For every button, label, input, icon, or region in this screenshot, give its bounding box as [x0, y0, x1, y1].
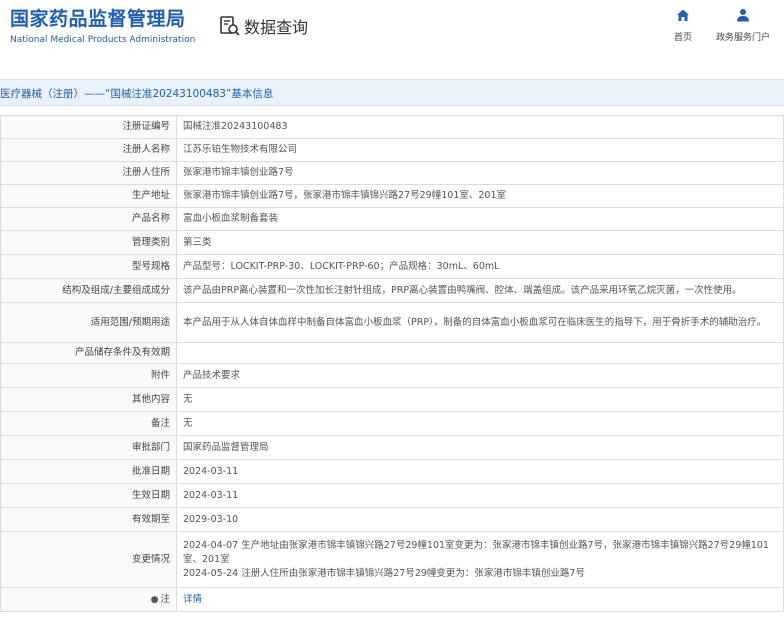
field-value: 张家港市锦丰镇创业路7号，张家港市锦丰镇锦兴路27号29幢101室、201室 [176, 184, 784, 208]
nav-home[interactable]: 首页 [674, 8, 692, 43]
field-value: 江苏乐铂生物技术有限公司 [176, 138, 784, 162]
field-value: 该产品由PRP离心装置和一次性加长注射针组成，PRP离心装置由鸭嘴阀、腔体、端盖… [176, 278, 784, 303]
field-label: 注册人名称 [0, 138, 177, 162]
field-value: 2024-03-11 [176, 483, 784, 508]
table-row: 型号规格 产品型号：LOCKIT-PRP-30、LOCKIT-PRP-60；产品规… [0, 254, 784, 279]
nav-home-label: 首页 [673, 33, 692, 43]
table-row: 注册人名称 江苏乐铂生物技术有限公司 [0, 138, 784, 162]
change-history-value: 2024-04-07 生产地址由张家港市锦丰镇锦兴路27号29幢101室变更为：… [176, 531, 784, 588]
logo-english-name: National Medical Products Administration [10, 35, 196, 45]
change-entry: 2024-04-07 生产地址由张家港市锦丰镇锦兴路27号29幢101室变更为：… [183, 539, 769, 565]
table-row: 批准日期 2024-03-11 [0, 459, 784, 484]
note-value: 详情 [176, 587, 784, 612]
field-value: 第三类 [176, 230, 784, 255]
field-label: 适用范围/预期用途 [0, 302, 177, 343]
field-label: 注册证编号 [0, 115, 177, 139]
table-row: 生效日期 2024-03-11 [0, 483, 784, 508]
field-value: 国家药品监督管理局 [176, 435, 784, 460]
table-row-change-history: 变更情况 2024-04-07 生产地址由张家港市锦丰镇锦兴路27号29幢101室… [0, 531, 784, 588]
field-value: 产品型号：LOCKIT-PRP-30、LOCKIT-PRP-60；产品规格：30… [176, 254, 784, 279]
table-row: 适用范围/预期用途 本产品用于从人体自体血样中制备自体富血小板血浆（PRP），制备… [0, 302, 784, 343]
field-label: 管理类别 [0, 230, 177, 255]
site-logo[interactable]: 国家药品监督管理局 National Medical Products Admi… [10, 7, 195, 47]
change-entry: 2024-05-24 注册人住所由张家港市锦丰镇锦兴路27号29幢变更为：张家港… [183, 567, 585, 579]
field-label: 批准日期 [0, 459, 177, 484]
document-search-icon [220, 16, 240, 36]
table-row: 结构及组成/主要组成成分 该产品由PRP离心装置和一次性加长注射针组成，PRP离心… [0, 278, 784, 303]
field-label: 产品储存条件及有效期 [0, 342, 177, 364]
top-nav: 首页 政务服务门户 [650, 8, 770, 43]
field-label: 审批部门 [0, 435, 177, 460]
field-value: 产品技术要求 [176, 363, 784, 388]
field-label: 生产地址 [0, 184, 177, 208]
table-row: 审批部门 国家药品监督管理局 [0, 435, 784, 460]
site-header: 国家药品监督管理局 National Medical Products Admi… [0, 0, 784, 64]
field-label: 附件 [0, 363, 177, 388]
field-value: 富血小板血浆制备套装 [176, 207, 784, 231]
field-value: 张家港市锦丰镇创业路7号 [176, 161, 784, 185]
breadcrumb: 医疗器械（注册）——“国械注准20243100483”基本信息 [0, 88, 274, 100]
field-label: 型号规格 [0, 254, 177, 279]
note-label-cell: ● 注 [0, 587, 177, 612]
table-row: 产品储存条件及有效期 [0, 342, 784, 364]
field-label: 生效日期 [0, 483, 177, 508]
table-row: 生产地址 张家港市锦丰镇创业路7号，张家港市锦丰镇锦兴路27号29幢101室、20… [0, 184, 784, 208]
field-value: 无 [176, 387, 784, 412]
note-label: 注 [160, 593, 170, 605]
breadcrumb-bar: 医疗器械（注册）——“国械注准20243100483”基本信息 [0, 79, 784, 106]
table-row: 其他内容无 [0, 387, 784, 412]
table-row: 产品名称 富血小板血浆制备套装 [0, 207, 784, 231]
table-row: 附件 产品技术要求 [0, 363, 784, 388]
home-icon [676, 9, 689, 21]
data-query-title: 数据查询 [219, 14, 308, 38]
field-label: 产品名称 [0, 207, 177, 231]
table-row: 备注无 [0, 411, 784, 436]
field-value: 无 [176, 411, 784, 436]
logo-chinese-name: 国家药品监督管理局 [10, 8, 186, 30]
field-label: 备注 [0, 411, 177, 436]
table-row: 管理类别 第三类 [0, 230, 784, 255]
field-label: 结构及组成/主要组成成分 [0, 278, 177, 303]
user-icon [736, 9, 749, 22]
data-query-label: 数据查询 [244, 18, 309, 37]
field-value: 2024-03-11 [176, 459, 784, 484]
field-value [176, 342, 784, 364]
nav-gov-service-label: 政务服务门户 [715, 33, 770, 43]
field-value: 2029-03-10 [176, 507, 784, 532]
nav-gov-service[interactable]: 政务服务门户 [716, 8, 770, 43]
table-row-note: ● 注详情 [0, 587, 784, 612]
field-label: 变更情况 [0, 531, 177, 588]
field-value: 本产品用于从人体自体血样中制备自体富血小板血浆（PRP），制备的自体富血小板血浆… [176, 302, 784, 343]
field-label: 注册人住所 [0, 161, 177, 185]
field-label: 有效期至 [0, 507, 177, 532]
registration-info-table: 注册证编号 国械注准20243100483 注册人名称 江苏乐铂生物技术有限公司 注册人… [0, 115, 784, 612]
field-value: 国械注准20243100483 [176, 115, 784, 139]
field-label: 其他内容 [0, 387, 177, 412]
bulb-icon: ● [150, 594, 159, 605]
table-row: 注册证编号 国械注准20243100483 [0, 115, 784, 139]
table-row: 有效期至 2029-03-10 [0, 507, 784, 532]
table-row: 注册人住所 张家港市锦丰镇创业路7号 [0, 161, 784, 185]
details-link[interactable]: 详情 [183, 594, 202, 605]
